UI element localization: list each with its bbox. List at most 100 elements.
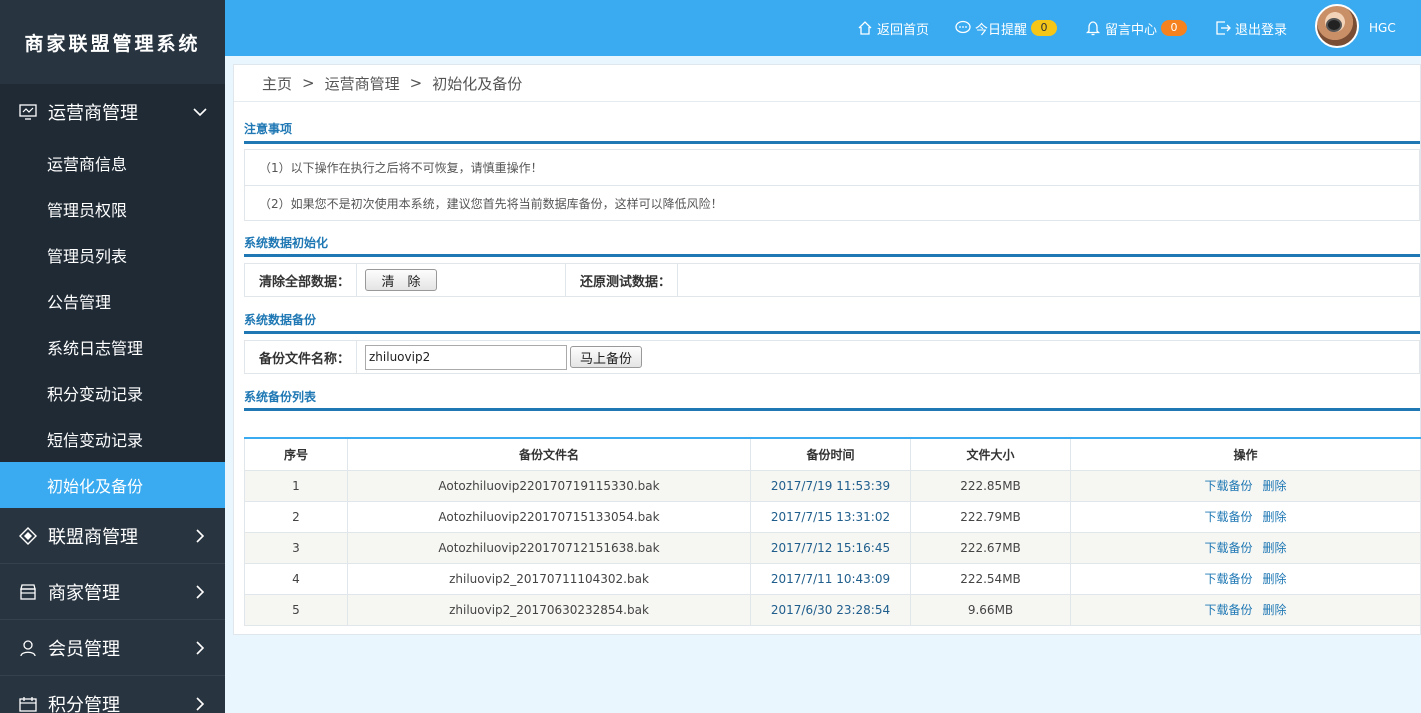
row-actions: 下载备份 删除 [1070,562,1421,595]
sidebar-item-admin-list[interactable]: 管理员列表 [0,232,225,278]
sidebar: 商家联盟管理系统 运营商管理 运营商信息 管理员权限 管理员列表 公告管理 系统… [0,0,225,713]
breadcrumb-operator[interactable]: 运营商管理 [325,73,400,94]
row-no: 4 [244,562,348,595]
sidebar-group-label: 会员管理 [48,638,120,660]
table-row: 3 Aotozhiluovip220170712151638.bak 2017/… [244,531,1421,564]
breadcrumb-home[interactable]: 主页 [262,73,292,94]
col-filename: 备份文件名 [347,437,751,471]
logout-icon [1216,21,1231,35]
backup-now-button[interactable]: 马上备份 [570,346,642,368]
home-icon [858,21,872,35]
sidebar-group-label: 商家管理 [48,582,120,604]
row-filename: Aotozhiluovip220170719115330.bak [347,469,751,502]
download-backup-link[interactable]: 下载备份 [1204,479,1252,493]
backup-table: 序号 备份文件名 备份时间 文件大小 操作 1 Aotozhiluovip220… [244,437,1421,626]
section-divider [244,254,1420,257]
clear-button[interactable]: 清 除 [365,269,437,291]
delete-link[interactable]: 删除 [1263,510,1287,524]
row-no: 2 [244,500,348,533]
table-row: 4 zhiluovip2_20170711104302.bak 2017/7/1… [244,562,1421,595]
sidebar-group-merchant[interactable]: 商家管理 [0,564,225,620]
clear-data-label: 清除全部数据： [245,264,357,296]
init-title: 系统数据初始化 [244,236,329,250]
row-actions: 下载备份 删除 [1070,500,1421,533]
reminder-link[interactable]: 今日提醒 0 [955,0,1058,56]
row-no: 5 [244,593,348,626]
sidebar-item-operator-info[interactable]: 运营商信息 [0,140,225,186]
sidebar-group-points[interactable]: 积分管理 [0,676,225,713]
init-form: 清除全部数据： 清 除 还原测试数据： [244,263,1420,297]
backup-form: 备份文件名称： 马上备份 [244,340,1420,374]
row-no: 3 [244,531,348,564]
breadcrumb: 主页 > 运营商管理 > 初始化及备份 [234,65,1420,102]
reminder-link-label: 今日提醒 [975,22,1028,38]
row-actions: 下载备份 删除 [1070,469,1421,502]
sidebar-group-operator[interactable]: 运营商管理 [0,84,225,140]
logout-link[interactable]: 退出登录 [1215,0,1287,56]
table-row: 1 Aotozhiluovip220170719115330.bak 2017/… [244,469,1421,502]
chat-bubble-icon [955,20,971,34]
delete-link[interactable]: 删除 [1263,541,1287,555]
row-time: 2017/7/15 13:31:02 [750,500,911,533]
row-size: 222.54MB [910,562,1071,595]
sidebar-item-announcements[interactable]: 公告管理 [0,278,225,324]
sidebar-item-sms-log[interactable]: 短信变动记录 [0,416,225,462]
row-size: 222.79MB [910,500,1071,533]
col-actions: 操作 [1070,437,1421,471]
messages-count-badge: 0 [1161,20,1188,36]
notice-line: （1）以下操作在执行之后将不可恢复，请慎重操作！ [259,161,543,175]
clear-data-field: 清 除 [357,264,566,296]
row-size: 222.67MB [910,531,1071,564]
chevron-right-icon [196,528,205,543]
download-backup-link[interactable]: 下载备份 [1204,541,1252,555]
download-backup-link[interactable]: 下载备份 [1204,510,1252,524]
section-divider [244,408,1420,411]
main-panel: 主页 > 运营商管理 > 初始化及备份 注意事项 （1）以下操作在执行之后将不可… [233,64,1421,635]
row-size: 222.85MB [910,469,1071,502]
sidebar-group-label: 运营商管理 [48,103,138,124]
logout-link-label: 退出登录 [1235,22,1288,38]
backup-name-input[interactable] [365,344,567,370]
breadcrumb-current: 初始化及备份 [432,74,523,93]
store-icon [18,582,38,602]
chevron-right-icon [196,640,205,655]
diamond-icon [18,526,38,546]
row-no: 1 [244,469,348,502]
sidebar-group-alliance[interactable]: 联盟商管理 [0,508,225,564]
download-backup-link[interactable]: 下载备份 [1204,572,1252,586]
avatar[interactable] [1315,4,1359,48]
home-link[interactable]: 返回首页 [857,0,929,56]
restore-test-field [678,264,1419,296]
sidebar-item-init-backup[interactable]: 初始化及备份 [0,462,225,508]
breadcrumb-separator: > [302,74,315,92]
download-backup-link[interactable]: 下载备份 [1204,603,1252,617]
row-time: 2017/7/19 11:53:39 [750,469,911,502]
delete-link[interactable]: 删除 [1263,603,1287,617]
delete-link[interactable]: 删除 [1263,479,1287,493]
brand-title: 商家联盟管理系统 [24,32,201,55]
sidebar-group-label: 积分管理 [48,694,120,713]
breadcrumb-separator: > [409,74,423,92]
backup-list-title: 系统备份列表 [244,390,317,404]
sidebar-item-points-log[interactable]: 积分变动记录 [0,370,225,416]
chevron-right-icon [196,584,205,599]
notice-line: （2）如果您不是初次使用本系统，建议您首先将当前数据库备份，这样可以降低风险！ [245,185,1419,220]
messages-link[interactable]: 留言中心 0 [1085,0,1188,56]
section-divider [244,141,1420,144]
col-no: 序号 [244,437,348,471]
username[interactable]: HGC [1369,0,1396,56]
row-filename: Aotozhiluovip220170715133054.bak [347,500,751,533]
row-size: 9.66MB [910,593,1071,626]
row-filename: zhiluovip2_20170630232854.bak [347,593,751,626]
row-actions: 下载备份 删除 [1070,593,1421,626]
top-bar: 返回首页 今日提醒 0 留言中心 0 退出登录 HGC [225,0,1421,56]
delete-link[interactable]: 删除 [1263,572,1287,586]
sidebar-group-member[interactable]: 会员管理 [0,620,225,676]
sidebar-item-admin-permissions[interactable]: 管理员权限 [0,186,225,232]
backup-name-label: 备份文件名称： [245,341,357,373]
chevron-down-icon [193,108,207,117]
row-actions: 下载备份 删除 [1070,531,1421,564]
section-divider [244,331,1420,334]
sidebar-item-system-log[interactable]: 系统日志管理 [0,324,225,370]
monitor-icon [18,102,38,122]
